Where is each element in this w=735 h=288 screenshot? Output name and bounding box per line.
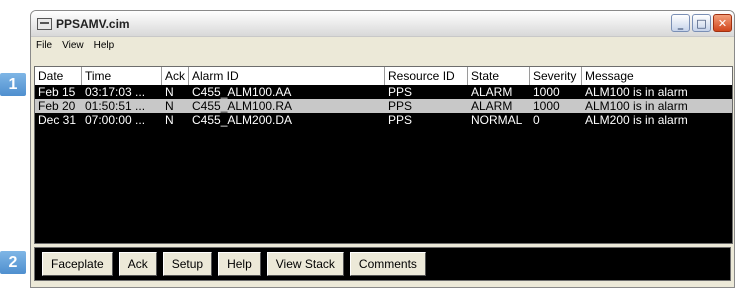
menu-help[interactable]: Help bbox=[89, 40, 120, 51]
cell-message: ALM100 is in alarm bbox=[585, 99, 688, 113]
callout-1: 1 bbox=[0, 73, 26, 96]
view-stack-button[interactable]: View Stack bbox=[266, 252, 344, 276]
menu-file[interactable]: File bbox=[31, 40, 57, 51]
cell-ack: N bbox=[165, 99, 174, 113]
menu-bar: File View Help bbox=[31, 37, 734, 54]
cell-resource-id: PPS bbox=[388, 85, 413, 99]
cell-date: Feb 15 bbox=[38, 85, 76, 99]
alarm-list-header: Date Time Ack Alarm ID Resource ID State… bbox=[35, 67, 732, 85]
cell-date: Dec 31 bbox=[38, 113, 77, 127]
cell-message: ALM200 is in alarm bbox=[585, 113, 688, 127]
button-bar: Faceplate Ack Setup Help View Stack Comm… bbox=[34, 247, 731, 281]
cell-message: ALM100 is in alarm bbox=[585, 85, 688, 99]
cell-alarm-id: C455_ALM100.AA bbox=[192, 85, 292, 99]
alarm-row[interactable]: Feb 20 01:50:51 ... N C455_ALM100.RA PPS ALAR… bbox=[35, 99, 732, 113]
menu-view[interactable]: View bbox=[57, 40, 89, 51]
close-icon[interactable]: ✕ bbox=[713, 14, 732, 32]
maximize-icon[interactable]: □ bbox=[692, 14, 711, 32]
cell-severity: 1000 bbox=[533, 85, 560, 99]
cell-time: 01:50:51 ... bbox=[85, 99, 146, 113]
minimize-icon[interactable]: _ bbox=[671, 14, 690, 32]
cell-ack: N bbox=[165, 85, 174, 99]
alarm-viewer-window: PPSAMV.cim _ □ ✕ File View Help Date Tim… bbox=[30, 10, 735, 288]
title-bar[interactable]: PPSAMV.cim _ □ ✕ bbox=[31, 11, 734, 37]
cell-time: 07:00:00 ... bbox=[85, 113, 146, 127]
cell-severity: 1000 bbox=[533, 99, 560, 113]
comments-button[interactable]: Comments bbox=[349, 252, 426, 276]
alarm-row[interactable]: Dec 31 07:00:00 ... N C455_ALM200.DA PPS NORM… bbox=[35, 113, 732, 127]
cell-alarm-id: C455_ALM200.DA bbox=[192, 113, 293, 127]
cell-resource-id: PPS bbox=[388, 113, 413, 127]
column-header-severity[interactable]: Severity bbox=[530, 67, 582, 85]
alarm-rows: Feb 15 03:17:03 ... N C455_ALM100.AA PPS ALAR… bbox=[35, 85, 732, 127]
cell-time: 03:17:03 ... bbox=[85, 85, 146, 99]
column-header-alarm-id[interactable]: Alarm ID bbox=[189, 67, 385, 85]
help-button[interactable]: Help bbox=[218, 252, 261, 276]
column-header-date[interactable]: Date bbox=[35, 67, 82, 85]
column-header-time[interactable]: Time bbox=[82, 67, 162, 85]
alarm-row[interactable]: Feb 15 03:17:03 ... N C455_ALM100.AA PPS ALAR… bbox=[35, 85, 732, 99]
cell-state: NORMAL bbox=[471, 113, 523, 127]
ack-button[interactable]: Ack bbox=[118, 252, 157, 276]
window-controls: _ □ ✕ bbox=[671, 14, 732, 32]
cell-alarm-id: C455_ALM100.RA bbox=[192, 99, 293, 113]
cell-state: ALARM bbox=[471, 85, 513, 99]
cell-severity: 0 bbox=[533, 113, 540, 127]
setup-button[interactable]: Setup bbox=[162, 252, 213, 276]
callout-2: 2 bbox=[0, 251, 26, 274]
cell-resource-id: PPS bbox=[388, 99, 413, 113]
cell-state: ALARM bbox=[471, 99, 513, 113]
column-header-state[interactable]: State bbox=[468, 67, 530, 85]
column-header-message[interactable]: Message bbox=[582, 67, 732, 85]
app-window-icon bbox=[37, 17, 52, 30]
cell-ack: N bbox=[165, 113, 174, 127]
cell-date: Feb 20 bbox=[38, 99, 76, 113]
window-title: PPSAMV.cim bbox=[56, 16, 130, 31]
column-header-ack[interactable]: Ack bbox=[162, 67, 189, 85]
faceplate-button[interactable]: Faceplate bbox=[42, 252, 113, 276]
column-header-resource-id[interactable]: Resource ID bbox=[385, 67, 468, 85]
alarm-list[interactable]: Date Time Ack Alarm ID Resource ID State… bbox=[34, 66, 733, 244]
